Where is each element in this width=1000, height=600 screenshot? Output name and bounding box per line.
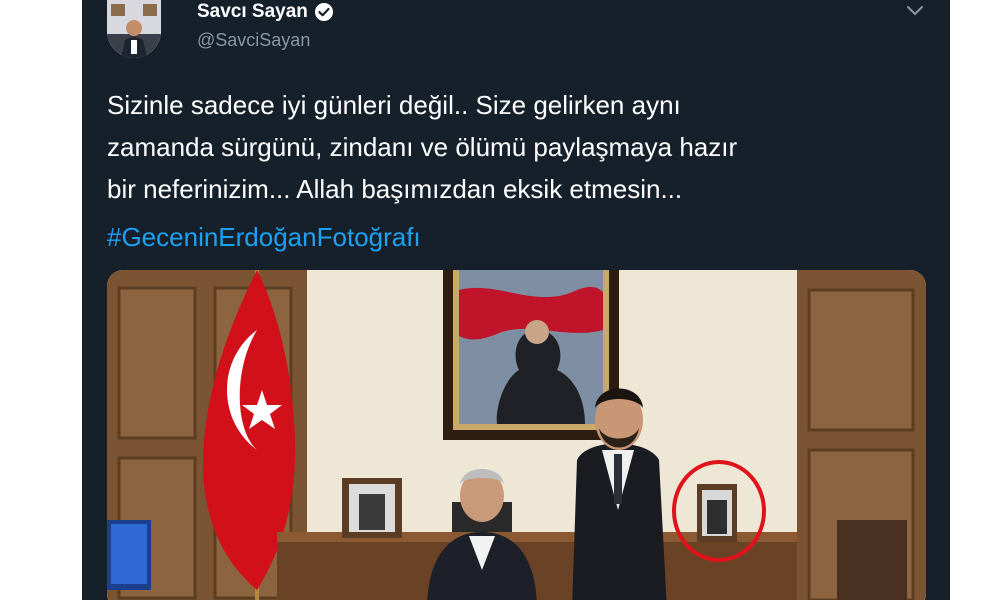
tweet-panel: Savcı Sayan @SavciSayan Sizinle sadece i… [82, 0, 950, 600]
verified-badge-icon [314, 2, 334, 22]
tweet-text-line: zamanda sürgünü, zindanı ve ölümü paylaş… [107, 132, 738, 162]
hashtag-link[interactable]: #GeceninErdoğanFotoğrafı [107, 220, 421, 254]
avatar-photo [107, 0, 161, 58]
avatar[interactable] [107, 0, 161, 58]
tweet-text: Sizinle sadece iyi günleri değil.. Size … [107, 84, 927, 210]
author-name-row[interactable]: Savcı Sayan [197, 1, 334, 23]
chevron-down-icon[interactable] [906, 4, 924, 16]
tweet-text-line: Sizinle sadece iyi günleri değil.. Size … [107, 90, 681, 120]
office-photo [107, 270, 926, 600]
user-handle[interactable]: @SavciSayan [197, 30, 310, 51]
display-name[interactable]: Savcı Sayan [197, 1, 308, 23]
tweet-photo[interactable] [107, 270, 926, 600]
tweet-text-line: bir neferinizim... Allah başımızdan eksi… [107, 174, 683, 204]
